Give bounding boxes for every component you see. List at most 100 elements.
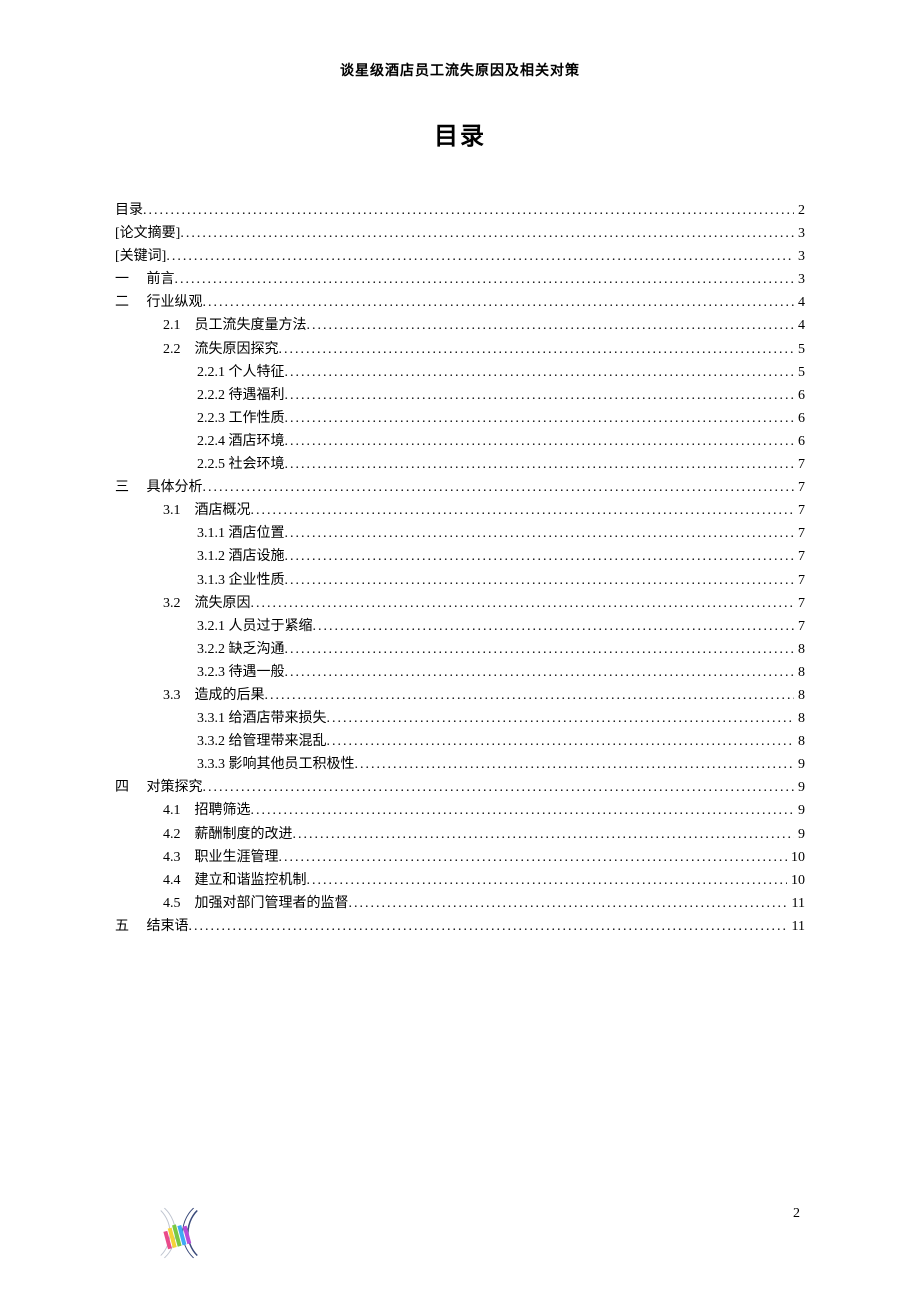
toc-entry-label: 2.2.4 酒店环境	[197, 430, 285, 453]
toc-entry-page: 8	[794, 661, 805, 684]
toc-entry-label: 3.1.3 企业性质	[197, 569, 285, 592]
toc-leader-dots	[349, 892, 788, 915]
toc-entry-page: 8	[794, 638, 805, 661]
toc-entry-label: 二 行业纵观	[115, 291, 203, 314]
toc-leader-dots	[285, 661, 795, 684]
toc-leader-dots	[327, 707, 795, 730]
toc-entry: 2.1 员工流失度量方法 4	[115, 314, 805, 337]
toc-entry-page: 9	[794, 776, 805, 799]
toc-leader-dots	[285, 407, 795, 430]
toc-entry-label: 3.2.3 待遇一般	[197, 661, 285, 684]
toc-entry-page: 10	[787, 869, 805, 892]
toc-entry-page: 4	[794, 314, 805, 337]
toc-entry-label: 4.4 建立和谐监控机制	[163, 869, 307, 892]
toc-entry-page: 3	[794, 245, 805, 268]
toc-entry: 3.3.3 影响其他员工积极性9	[115, 753, 805, 776]
toc-entry: 4.3 职业生涯管理10	[115, 846, 805, 869]
toc-leader-dots	[285, 569, 795, 592]
toc-leader-dots	[285, 361, 795, 384]
toc-entry: 2.2.5 社会环境 7	[115, 453, 805, 476]
toc-entry: 四 对策探究 9	[115, 776, 805, 799]
toc-entry: 4.2 薪酬制度的改进 9	[115, 823, 805, 846]
toc-entry-label: 3.1.2 酒店设施	[197, 545, 285, 568]
toc-entry: 2.2.4 酒店环境 6	[115, 430, 805, 453]
toc-entry: 2.2.3 工作性质6	[115, 407, 805, 430]
toc-entry-page: 6	[794, 407, 805, 430]
toc-leader-dots	[313, 615, 795, 638]
toc-entry: 二 行业纵观 4	[115, 291, 805, 314]
toc-entry-page: 7	[794, 569, 805, 592]
toc-entry-page: 3	[794, 268, 805, 291]
toc-leader-dots	[189, 915, 788, 938]
toc-leader-dots	[285, 545, 795, 568]
toc-heading: 目录	[115, 116, 805, 151]
toc-entry-label: 3.3.2 给管理带来混乱	[197, 730, 327, 753]
toc-leader-dots	[285, 522, 795, 545]
toc-entry-label: 3.1.1 酒店位置	[197, 522, 285, 545]
toc-leader-dots	[251, 592, 795, 615]
toc-entry-page: 7	[794, 592, 805, 615]
toc-entry: 3.3.2 给管理带来混乱 8	[115, 730, 805, 753]
toc-entry-page: 4	[794, 291, 805, 314]
toc-leader-dots	[203, 776, 795, 799]
toc-entry-label: [论文摘要]	[115, 222, 180, 245]
toc-entry-label: 3.2 流失原因	[163, 592, 251, 615]
toc-leader-dots	[307, 314, 795, 337]
toc-entry-label: 2.2.2 待遇福利	[197, 384, 285, 407]
toc-entry-label: 四 对策探究	[115, 776, 203, 799]
toc-entry: 4.5 加强对部门管理者的监督11	[115, 892, 805, 915]
toc-entry-page: 7	[794, 453, 805, 476]
toc-leader-dots	[180, 222, 794, 245]
table-of-contents: 目录2[论文摘要]3[关键词]3一 前言3二 行业纵观42.1 员工流失度量方法…	[115, 199, 805, 938]
toc-entry-label: 2.2.5 社会环境	[197, 453, 285, 476]
toc-entry-label: 五 结束语	[115, 915, 189, 938]
toc-entry: 3.3 造成的后果8	[115, 684, 805, 707]
toc-entry: 3.1.3 企业性质 7	[115, 569, 805, 592]
toc-leader-dots	[355, 753, 795, 776]
toc-entry-page: 7	[794, 499, 805, 522]
toc-entry-label: 3.3.1 给酒店带来损失	[197, 707, 327, 730]
toc-leader-dots	[279, 846, 788, 869]
toc-entry-label: 4.2 薪酬制度的改进	[163, 823, 293, 846]
toc-entry-label: [关键词]	[115, 245, 166, 268]
toc-leader-dots	[293, 823, 795, 846]
toc-entry-page: 11	[788, 892, 805, 915]
footer-logo	[150, 1204, 208, 1262]
toc-leader-dots	[143, 199, 794, 222]
toc-entry-label: 3.2.2 缺乏沟通	[197, 638, 285, 661]
toc-leader-dots	[265, 684, 795, 707]
toc-entry-page: 9	[794, 823, 805, 846]
toc-leader-dots	[307, 869, 788, 892]
toc-entry-page: 6	[794, 384, 805, 407]
toc-entry-page: 7	[794, 545, 805, 568]
toc-entry: 目录 2	[115, 199, 805, 222]
toc-leader-dots	[285, 638, 795, 661]
toc-entry-label: 2.1 员工流失度量方法	[163, 314, 307, 337]
toc-entry-label: 2.2 流失原因探究	[163, 338, 279, 361]
toc-entry-label: 2.2.1 个人特征	[197, 361, 285, 384]
toc-entry: 3.1 酒店概况7	[115, 499, 805, 522]
page-number: 2	[793, 1206, 800, 1222]
toc-entry: 一 前言3	[115, 268, 805, 291]
toc-entry-page: 8	[794, 730, 805, 753]
toc-entry-page: 11	[788, 915, 805, 938]
toc-entry: 3.1.2 酒店设施 7	[115, 545, 805, 568]
toc-entry: 2.2 流失原因探究5	[115, 338, 805, 361]
toc-entry: 3.2.2 缺乏沟通 8	[115, 638, 805, 661]
toc-leader-dots	[285, 453, 795, 476]
toc-leader-dots	[285, 384, 795, 407]
toc-entry-label: 三 具体分析	[115, 476, 203, 499]
toc-entry-page: 2	[794, 199, 805, 222]
toc-entry-label: 4.1 招聘筛选	[163, 799, 251, 822]
toc-entry-page: 7	[794, 522, 805, 545]
toc-entry-label: 目录	[115, 199, 143, 222]
toc-entry-label: 3.3 造成的后果	[163, 684, 265, 707]
toc-entry: 2.2.2 待遇福利 6	[115, 384, 805, 407]
toc-entry-page: 6	[794, 430, 805, 453]
toc-entry: [论文摘要]3	[115, 222, 805, 245]
toc-entry-page: 7	[794, 476, 805, 499]
toc-entry: 3.2.3 待遇一般 8	[115, 661, 805, 684]
toc-leader-dots	[251, 799, 795, 822]
toc-leader-dots	[251, 499, 795, 522]
toc-entry-page: 9	[794, 753, 805, 776]
